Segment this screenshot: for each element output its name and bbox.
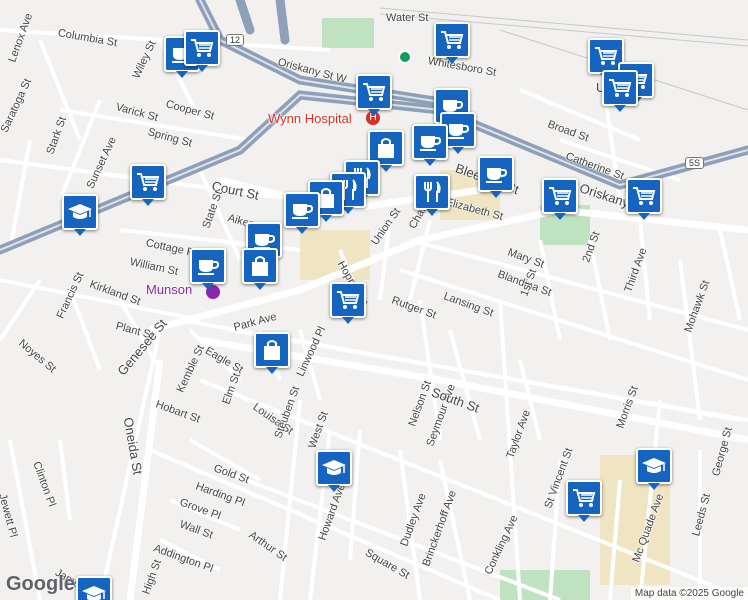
cart-icon bbox=[337, 291, 360, 309]
fork-knife-icon bbox=[424, 181, 441, 202]
cart-icon bbox=[633, 187, 656, 205]
cart-icon bbox=[137, 173, 160, 191]
coffee-cup-icon bbox=[292, 204, 314, 219]
street-label: Water St bbox=[386, 12, 429, 24]
restaurant-marker[interactable] bbox=[414, 174, 450, 216]
cart-icon bbox=[191, 39, 214, 57]
coffee-cup-icon bbox=[448, 124, 470, 139]
graduation-cap-icon bbox=[82, 586, 106, 600]
park-area bbox=[322, 18, 374, 48]
route-5s-shield: 5S bbox=[685, 157, 705, 169]
cafe-marker[interactable] bbox=[190, 248, 226, 290]
graduation-cap-icon bbox=[68, 204, 92, 219]
cafe-marker[interactable] bbox=[284, 192, 320, 234]
cart-icon bbox=[595, 47, 618, 65]
grocery-marker[interactable] bbox=[626, 178, 662, 220]
grocery-marker[interactable] bbox=[434, 22, 470, 64]
munson-label[interactable]: Munson bbox=[146, 282, 192, 297]
shopping-bag-icon bbox=[252, 256, 268, 276]
coffee-cup-icon bbox=[486, 168, 508, 183]
place-pin-icon[interactable] bbox=[398, 50, 412, 64]
shopping-bag-icon bbox=[264, 340, 280, 360]
grocery-marker[interactable] bbox=[356, 74, 392, 116]
map-attribution[interactable]: Map data ©2025 Google bbox=[630, 587, 748, 600]
cafe-marker[interactable] bbox=[478, 156, 514, 198]
shopping-bag-icon bbox=[378, 138, 394, 158]
grocery-marker[interactable] bbox=[130, 164, 166, 206]
graduation-cap-icon bbox=[322, 460, 346, 475]
cart-icon bbox=[573, 489, 596, 507]
google-logo: Google bbox=[6, 573, 75, 595]
shopping-marker[interactable] bbox=[242, 248, 278, 290]
coffee-cup-icon bbox=[420, 136, 442, 151]
hospital-label[interactable]: Wynn Hospital bbox=[268, 111, 352, 126]
cart-icon bbox=[441, 31, 464, 49]
grocery-marker[interactable] bbox=[566, 480, 602, 522]
grocery-marker[interactable] bbox=[330, 282, 366, 324]
map-canvas[interactable]: 12 5S Wynn Hospital H Munson Water St Co… bbox=[0, 0, 748, 600]
shopping-marker[interactable] bbox=[254, 332, 290, 374]
grocery-marker[interactable] bbox=[542, 178, 578, 220]
grocery-marker[interactable] bbox=[184, 30, 220, 72]
school-marker[interactable] bbox=[62, 194, 98, 236]
route-12-shield: 12 bbox=[226, 34, 245, 46]
coffee-cup-icon bbox=[198, 260, 220, 275]
school-marker[interactable] bbox=[316, 450, 352, 492]
cart-icon bbox=[363, 83, 386, 101]
cart-icon bbox=[609, 79, 632, 97]
school-marker[interactable] bbox=[636, 448, 672, 490]
graduation-cap-icon bbox=[642, 458, 666, 473]
cart-icon bbox=[549, 187, 572, 205]
school-marker[interactable] bbox=[76, 576, 112, 600]
cafe-marker[interactable] bbox=[412, 124, 448, 166]
grocery-marker[interactable] bbox=[602, 70, 638, 112]
